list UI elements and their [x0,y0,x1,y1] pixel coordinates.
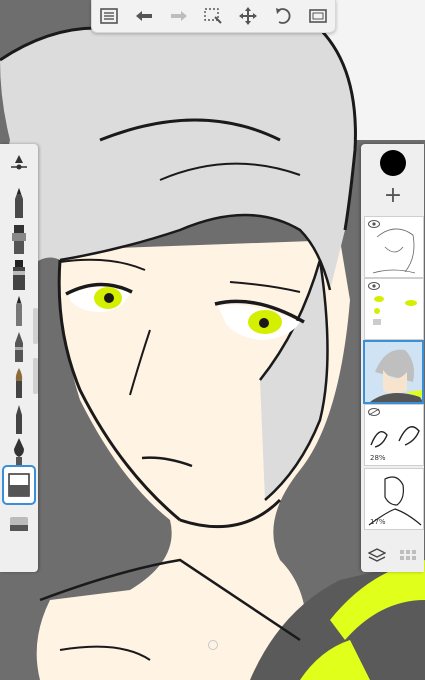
layer-thumbnail-hands[interactable]: 28% [364,404,424,466]
ink-pen-icon[interactable] [4,292,34,328]
layer-thumbnail-body-sketch[interactable]: 17% [364,468,424,530]
layer-thumbnail-eyes[interactable] [364,278,424,340]
fill-icon[interactable] [2,465,36,505]
fineliner-icon[interactable] [4,328,34,364]
grid-icon[interactable] [399,547,417,565]
marker-icon[interactable] [4,256,34,292]
canvas-icon[interactable] [305,3,331,29]
move-icon[interactable] [235,3,261,29]
page-indicator [208,640,218,650]
layers-panel: + 28% 17% [361,144,424,572]
brush-size-icon[interactable] [4,148,34,184]
select-icon[interactable] [200,3,226,29]
layers-bottom-bar [361,540,424,572]
brush-size-slider[interactable] [33,308,38,344]
paintbrush-icon[interactable] [4,364,34,400]
calligraphy-pen-icon[interactable] [4,434,34,470]
layer-opacity-label: 17% [370,518,386,526]
layer-thumbnail-color[interactable] [363,340,424,404]
current-color-swatch[interactable] [380,150,406,176]
airbrush-icon[interactable] [4,220,34,256]
eraser-icon[interactable] [4,504,34,540]
rotate-icon[interactable] [270,3,296,29]
add-layer-button[interactable]: + [383,185,403,207]
list-icon[interactable] [96,3,122,29]
layer-opacity-label: 28% [370,454,386,462]
redo-icon[interactable] [166,3,192,29]
pencil-icon[interactable] [4,184,34,220]
brush-panel [0,144,38,572]
layer-thumbnail-sketch[interactable] [364,216,424,278]
smudge-icon[interactable] [4,400,34,436]
undo-icon[interactable] [131,3,157,29]
top-toolbar [91,0,336,33]
layers-icon[interactable] [367,547,386,565]
brush-opacity-slider[interactable] [33,358,38,394]
